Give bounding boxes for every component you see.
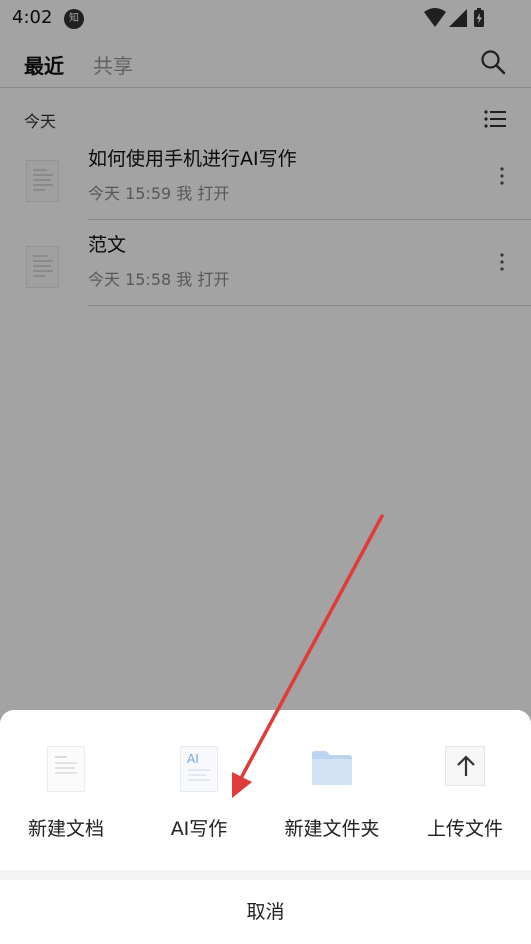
ai-writing-icon: AI [180,746,218,792]
new-document-button[interactable]: 新建文档 [0,710,132,870]
upload-file-label: 上传文件 [426,818,503,840]
bottom-sheet: 新建文档 AI AI写作 新建文件夹 上传文件 取消 [0,710,531,944]
new-document-label: 新建文档 [27,818,104,840]
new-folder-button[interactable]: 新建文件夹 [266,710,398,870]
upload-file-button[interactable]: 上传文件 [399,710,531,870]
ai-writing-button[interactable]: AI AI写作 [133,710,265,870]
new-folder-icon [312,751,352,785]
upload-icon [445,746,485,786]
new-document-icon [47,746,85,792]
ai-writing-label: AI写作 [170,818,228,840]
new-folder-label: 新建文件夹 [284,818,380,840]
cancel-button[interactable]: 取消 [0,880,531,944]
sheet-actions: 新建文档 AI AI写作 新建文件夹 上传文件 [0,710,531,870]
